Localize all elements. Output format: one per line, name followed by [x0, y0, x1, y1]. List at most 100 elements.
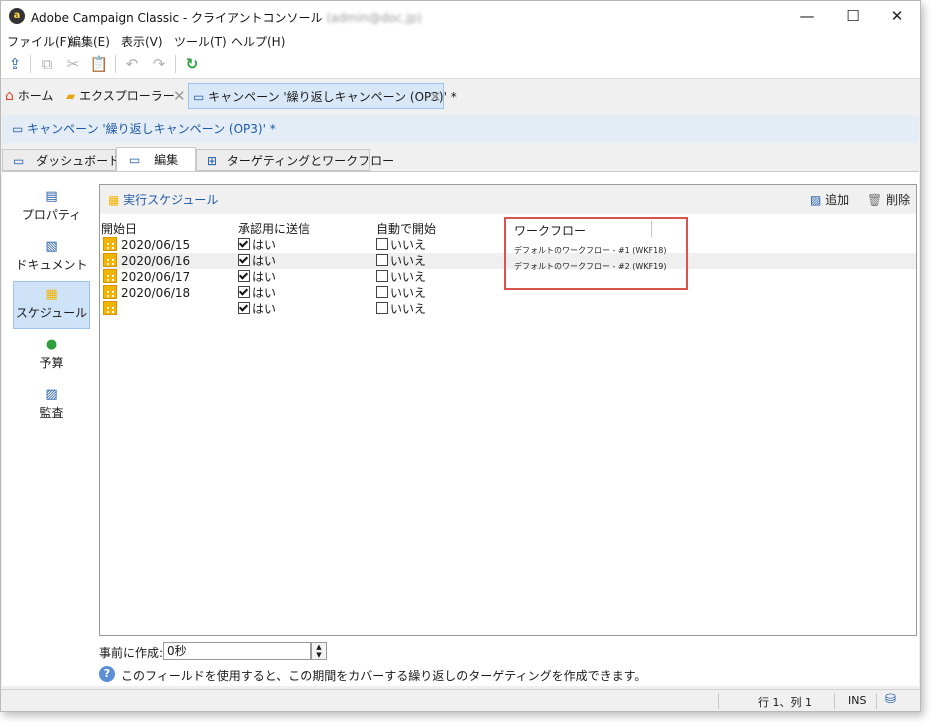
- stepper-up-icon[interactable]: ▲: [312, 643, 326, 651]
- approval-checkbox[interactable]: [238, 286, 250, 298]
- autostart-checkbox[interactable]: [376, 302, 388, 314]
- calendar-icon: [103, 269, 117, 283]
- column-header-start-date[interactable]: 開始日: [101, 220, 137, 237]
- autostart-cell[interactable]: いいえ: [376, 253, 426, 269]
- document-tab-bar: ⌂ ホーム ▰ エクスプローラー ✕ ▭ キャンペーン '繰り返しキャンペーン …: [1, 79, 920, 111]
- nav-item-schedule[interactable]: ▦ スケジュール: [13, 281, 90, 329]
- precreate-input[interactable]: 0秒: [163, 642, 311, 660]
- minimize-button[interactable]: —: [784, 1, 830, 32]
- menu-edit[interactable]: 編集(E): [69, 33, 110, 50]
- approval-value: はい: [252, 286, 277, 300]
- window-title-user: (admin@doc.jp): [326, 11, 422, 25]
- schedule-panel-header: ▦ 実行スケジュール ▨ 追加 🗑 削除: [100, 185, 916, 214]
- campaign-icon: ▭: [193, 90, 205, 104]
- workflow-link[interactable]: デフォルトのワークフロー - #2 (WKF19): [514, 261, 667, 272]
- workflow-link[interactable]: デフォルトのワークフロー - #1 (WKF18): [514, 245, 667, 256]
- maximize-button[interactable]: ☐: [830, 1, 876, 32]
- autostart-value: いいえ: [390, 238, 427, 252]
- status-separator: [876, 693, 877, 709]
- nav-item-audit[interactable]: ▨ 監査: [13, 382, 90, 430]
- tab-home[interactable]: ⌂ ホーム: [5, 83, 59, 109]
- tab-explorer[interactable]: ▰ エクスプローラー: [66, 83, 175, 109]
- approval-checkbox[interactable]: [238, 302, 250, 314]
- approval-value: はい: [252, 302, 277, 316]
- table-row[interactable]: はい いいえ: [100, 301, 916, 317]
- autostart-value: いいえ: [390, 270, 427, 284]
- delete-button[interactable]: 🗑 削除: [867, 191, 910, 208]
- autostart-cell[interactable]: いいえ: [376, 269, 426, 285]
- autostart-cell[interactable]: いいえ: [376, 237, 426, 253]
- approval-cell[interactable]: はい: [238, 237, 276, 253]
- edit-icon: ▭: [129, 153, 141, 167]
- autostart-value: いいえ: [390, 302, 427, 316]
- approval-cell[interactable]: はい: [238, 301, 276, 317]
- home-icon: ⌂: [5, 88, 14, 104]
- approval-checkbox[interactable]: [238, 270, 250, 282]
- approval-cell[interactable]: はい: [238, 269, 276, 285]
- approval-checkbox[interactable]: [238, 254, 250, 266]
- nav-item-properties[interactable]: ▤ プロパティ: [13, 184, 90, 232]
- folder-icon: ▰: [66, 89, 76, 103]
- tab-dashboard-label: ダッシュボード: [36, 154, 121, 168]
- paste-icon[interactable]: 📋: [89, 55, 109, 73]
- refresh-icon[interactable]: ↻: [182, 55, 202, 73]
- schedule-title-label: 実行スケジュール: [123, 193, 219, 207]
- cut-icon[interactable]: ✂: [63, 55, 83, 73]
- approval-cell[interactable]: はい: [238, 253, 276, 269]
- nav-item-documents[interactable]: ▧ ドキュメント: [13, 234, 90, 282]
- autostart-value: いいえ: [390, 254, 427, 268]
- left-navigation: ▤ プロパティ ▧ ドキュメント ▦ スケジュール ● 予算 ▨ 監査: [2, 172, 98, 686]
- autostart-checkbox[interactable]: [376, 254, 388, 266]
- campaign-icon: ▭: [12, 122, 24, 136]
- add-button[interactable]: ▨ 追加: [810, 191, 849, 208]
- autostart-cell[interactable]: いいえ: [376, 285, 426, 301]
- redo-icon[interactable]: ↷: [149, 55, 169, 73]
- calendar-icon: [103, 301, 117, 315]
- connect-icon[interactable]: ⇪: [5, 55, 25, 73]
- start-date-cell: 2020/06/18: [121, 286, 191, 300]
- approval-checkbox[interactable]: [238, 238, 250, 250]
- stepper-down-icon[interactable]: ▼: [312, 651, 326, 659]
- calendar-icon: [103, 285, 117, 299]
- column-header-workflow[interactable]: ワークフロー: [514, 222, 586, 239]
- tab-dashboard[interactable]: ▭ ダッシュボード: [2, 149, 120, 171]
- tab-campaign-close-icon[interactable]: ✕: [429, 84, 442, 110]
- add-icon: ▨: [810, 193, 822, 207]
- schedule-title: ▦ 実行スケジュール: [108, 191, 218, 208]
- menu-view[interactable]: 表示(V): [121, 33, 163, 50]
- toolbar-separator: [30, 55, 31, 73]
- column-header-autostart[interactable]: 自動で開始: [376, 220, 436, 237]
- document-icon: ▧: [45, 239, 58, 254]
- tab-targeting-workflow[interactable]: ⊞ ターゲティングとワークフロー: [196, 149, 394, 171]
- undo-icon[interactable]: ↶: [122, 55, 142, 73]
- tab-edit[interactable]: ▭ 編集: [116, 147, 196, 172]
- form-title-bar: ▭ キャンペーン '繰り返しキャンペーン (OP3)' *: [2, 115, 919, 143]
- calendar-icon: [103, 253, 117, 267]
- column-header-approval[interactable]: 承認用に送信: [238, 220, 310, 237]
- menu-help[interactable]: ヘルプ(H): [231, 33, 285, 50]
- nav-item-budget[interactable]: ● 予算: [13, 332, 90, 380]
- nav-label-documents: ドキュメント: [15, 258, 88, 272]
- window-title-text: Adobe Campaign Classic - クライアントコンソール: [31, 11, 323, 25]
- copy-icon[interactable]: ⧉: [37, 55, 57, 73]
- autostart-checkbox[interactable]: [376, 238, 388, 250]
- nav-label-budget: 予算: [39, 356, 64, 370]
- precreate-stepper[interactable]: ▲ ▼: [311, 642, 327, 660]
- tab-home-label: ホーム: [17, 89, 54, 103]
- database-icon[interactable]: ⛁: [885, 692, 896, 707]
- tab-campaign[interactable]: ▭ キャンペーン '繰り返しキャンペーン (OP3)' * ✕: [188, 83, 457, 110]
- autostart-checkbox[interactable]: [376, 286, 388, 298]
- delete-button-label: 削除: [886, 193, 911, 207]
- autostart-cell[interactable]: いいえ: [376, 301, 426, 317]
- status-separator: [834, 693, 835, 709]
- menu-tools[interactable]: ツール(T): [174, 33, 227, 50]
- approval-value: はい: [252, 270, 277, 284]
- menu-file[interactable]: ファイル(F): [7, 33, 71, 50]
- close-button[interactable]: ✕: [874, 1, 920, 32]
- status-bar: 行 1、列 1 INS ⛁: [1, 689, 920, 711]
- nav-label-properties: プロパティ: [21, 208, 82, 222]
- approval-cell[interactable]: はい: [238, 285, 276, 301]
- tab-explorer-close-icon[interactable]: ✕: [173, 87, 186, 105]
- toolbar-separator: [175, 55, 176, 73]
- autostart-checkbox[interactable]: [376, 270, 388, 282]
